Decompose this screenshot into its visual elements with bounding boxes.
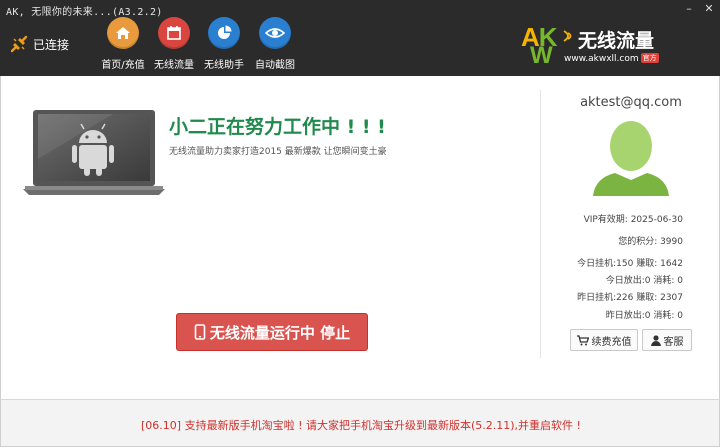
window-controls: – ✕ xyxy=(682,2,716,16)
brand-logo: AK W 无线流量 www.akwxll.com 官方 xyxy=(518,22,668,70)
close-button[interactable]: ✕ xyxy=(702,2,716,16)
today-release-stats: 今日放出:0 消耗: 0 xyxy=(605,276,683,286)
status-subline: 无线流量助力卖家打造2015 最新爆款 让您瞬间变土豪 xyxy=(169,147,387,157)
yesterday-release-stats: 昨日放出:0 消耗: 0 xyxy=(605,311,683,321)
status-headline: 小二正在努力工作中 ! ! ! xyxy=(169,116,386,138)
stop-running-label: 无线流量运行中 停止 xyxy=(209,323,351,342)
phone-icon xyxy=(194,324,206,340)
home-icon xyxy=(107,17,139,49)
eye-icon xyxy=(259,17,291,49)
today-hang-stats: 今日挂机:150 赚取: 1642 xyxy=(577,259,683,269)
customer-service-label: 客服 xyxy=(663,336,684,348)
divider xyxy=(540,90,541,358)
renew-recharge-label: 续费充值 xyxy=(591,336,632,348)
calendar-icon xyxy=(158,17,190,49)
connection-label: 已连接 xyxy=(33,37,70,52)
nav-auto-screenshot[interactable]: 自动截图 xyxy=(243,17,307,71)
nav-label: 自动截图 xyxy=(255,60,295,71)
renew-recharge-button[interactable]: 续费充值 xyxy=(570,329,638,351)
main-panel: 小二正在努力工作中 ! ! ! 无线流量助力卖家打造2015 最新爆款 让您瞬间… xyxy=(0,76,720,399)
connection-status: 已连接 xyxy=(9,34,69,54)
window-title: AK, 无限你的未来...(A3.2.2) xyxy=(6,7,163,18)
user-icon xyxy=(650,334,661,346)
footer-notice-bar: [06.10] 支持最新版手机淘宝啦 ! 请大家把手机淘宝升级到最新版本(5.2… xyxy=(0,399,720,447)
user-avatar-icon xyxy=(593,121,669,196)
logo-url: www.akwxll.com 官方 xyxy=(564,53,659,64)
yesterday-hang-stats: 昨日挂机:226 赚取: 2307 xyxy=(577,293,683,303)
account-email: aktest@qq.com xyxy=(580,95,682,110)
customer-service-button[interactable]: 客服 xyxy=(642,329,692,351)
logo-name: 无线流量 xyxy=(578,30,655,52)
vip-expiry: VIP有效期: 2025-06-30 xyxy=(583,215,683,225)
update-notice: [06.10] 支持最新版手机淘宝啦 ! 请大家把手机淘宝升级到最新版本(5.2… xyxy=(141,419,581,432)
logo-mark-w: W xyxy=(530,42,553,69)
official-badge: 官方 xyxy=(640,53,659,63)
plug-connected-icon xyxy=(10,35,28,53)
header: AK, 无限你的未来...(A3.2.2) – ✕ 已连接 首页/充值 无线流量… xyxy=(0,0,720,76)
points-balance: 您的积分: 3990 xyxy=(618,237,683,247)
minimize-button[interactable]: – xyxy=(682,2,696,16)
pie-chart-icon xyxy=(208,17,240,49)
wifi-signal-icon xyxy=(563,30,572,42)
android-laptop-illustration xyxy=(23,110,165,195)
cart-icon xyxy=(576,334,589,345)
stop-running-button[interactable]: 无线流量运行中 停止 xyxy=(176,313,368,351)
